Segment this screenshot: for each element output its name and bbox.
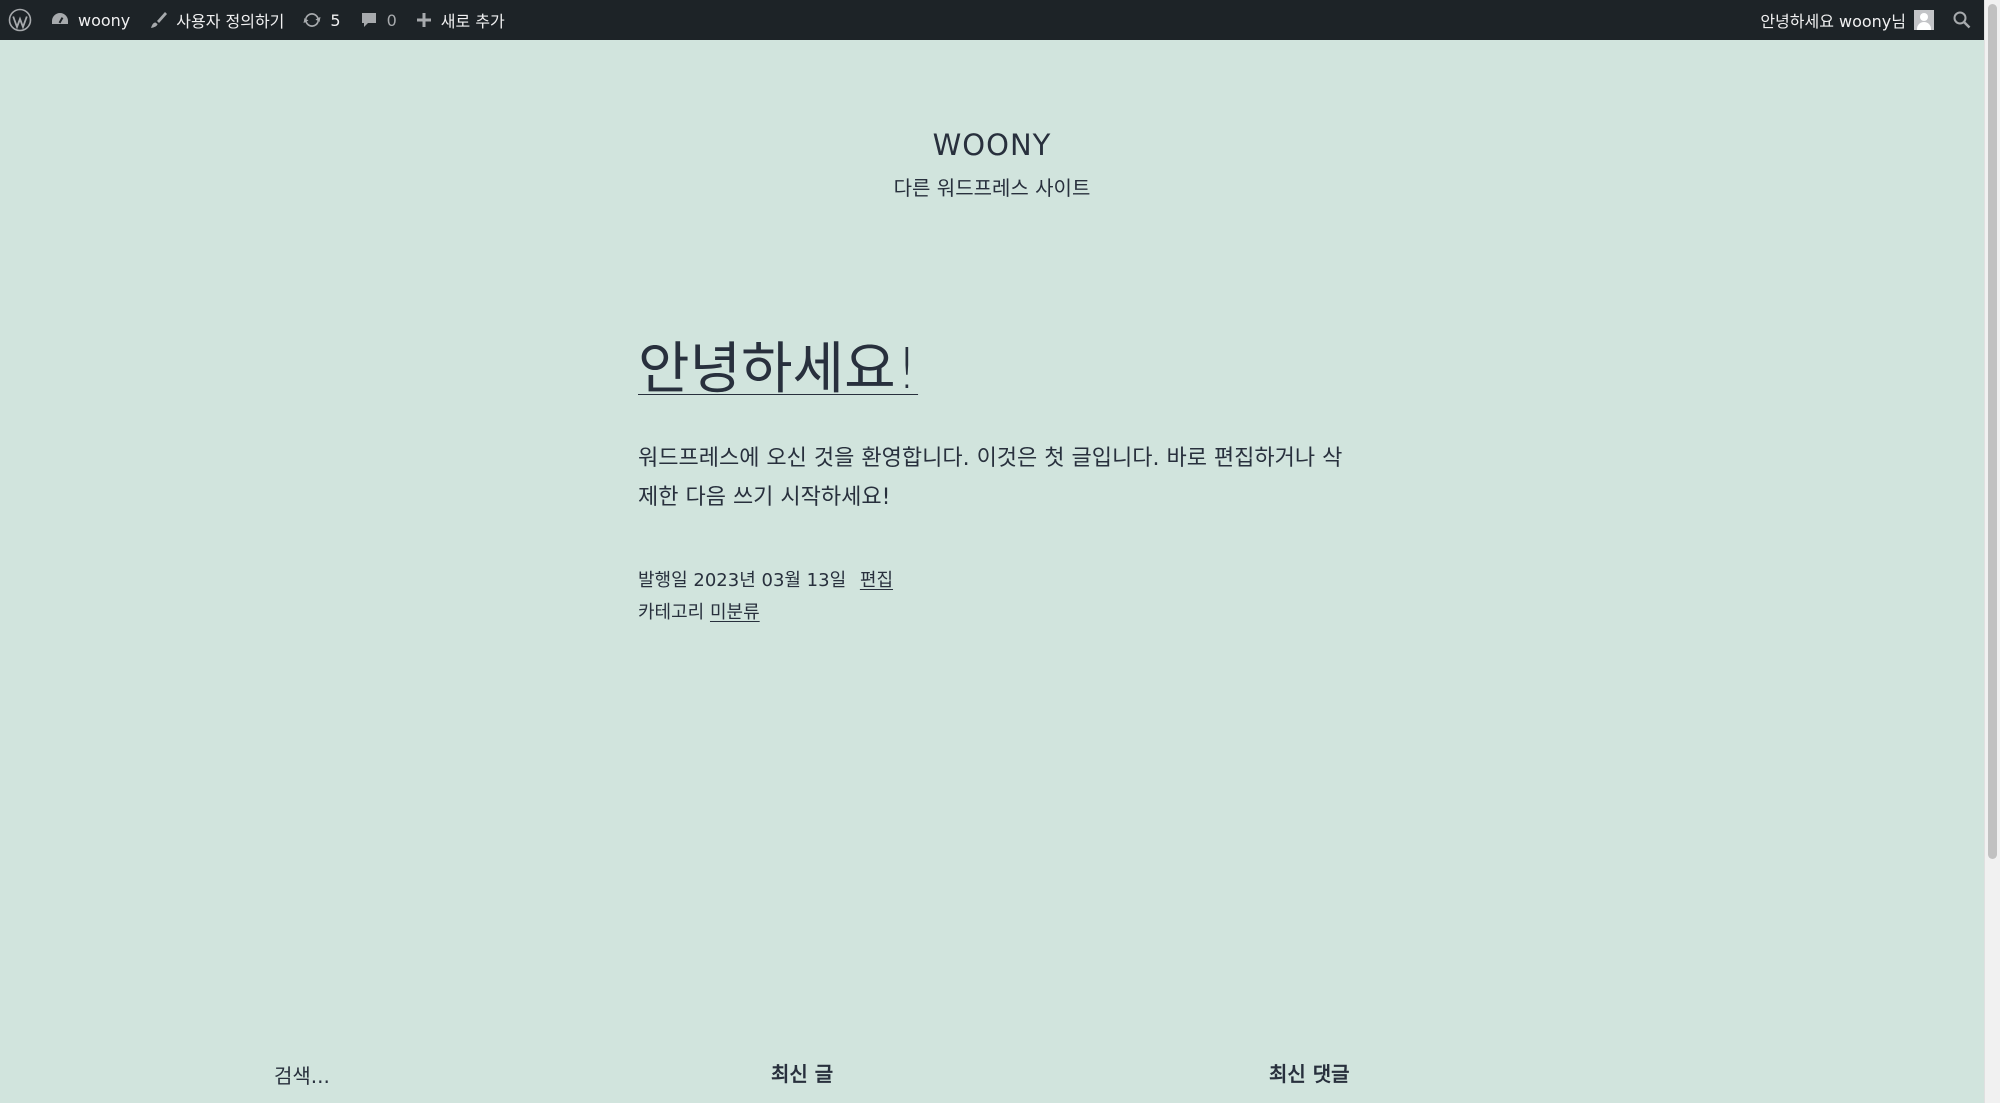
wordpress-logo-button[interactable] <box>0 0 41 40</box>
update-icon <box>303 12 321 28</box>
post-content: 워드프레스에 오신 것을 환영합니다. 이것은 첫 글입니다. 바로 편집하거나… <box>638 446 1343 511</box>
site-name-menu[interactable]: woony <box>41 0 139 40</box>
edit-link[interactable]: 편집 <box>860 570 893 591</box>
site-header: WOONY 다른 워드프레스 사이트 <box>0 40 1984 201</box>
site-title[interactable]: WOONY <box>0 128 1984 162</box>
post-title-link[interactable]: 안녕하세요! <box>638 336 918 403</box>
admin-bar: woony 사용자 정의하기 5 0 새로 추가 안녕하세요 woony님 <box>0 0 1984 40</box>
comments-count: 0 <box>386 10 397 30</box>
wordpress-icon <box>8 8 32 32</box>
updates-count: 5 <box>330 10 341 30</box>
site-description: 다른 워드프레스 사이트 <box>893 176 1091 200</box>
recent-comments-widget: 최신 댓글 <box>1269 1058 1350 1087</box>
search-icon <box>1953 11 1971 29</box>
plus-icon <box>416 13 431 27</box>
site-name-label: woony <box>78 10 131 30</box>
post-date-row: 발행일 2023년 03월 13일 편집 <box>638 565 1358 597</box>
post-meta: 발행일 2023년 03월 13일 편집 카테고리 미분류 <box>638 565 1358 629</box>
my-account-menu[interactable]: 안녕하세요 woony님 <box>1751 0 1943 40</box>
customize-button[interactable]: 사용자 정의하기 <box>139 0 293 40</box>
recent-comments-title: 최신 댓글 <box>1269 1062 1350 1086</box>
scrollbar-thumb[interactable] <box>1988 4 1997 859</box>
avatar <box>1914 10 1934 30</box>
dashboard-icon <box>52 13 68 24</box>
post-date: 발행일 2023년 03월 13일 <box>638 570 847 592</box>
customize-label: 사용자 정의하기 <box>176 12 285 31</box>
admin-search-button[interactable] <box>1943 0 1984 40</box>
updates-button[interactable]: 5 <box>293 0 349 40</box>
comments-button[interactable]: 0 <box>350 0 406 40</box>
search-input[interactable] <box>274 1064 514 1088</box>
recent-posts-title: 최신 글 <box>771 1062 834 1086</box>
greeting-label: 안녕하세요 woony님 <box>1760 12 1906 31</box>
search-widget <box>274 1064 514 1088</box>
recent-posts-widget: 최신 글 <box>771 1058 833 1087</box>
post-category-row: 카테고리 미분류 <box>638 597 1358 629</box>
new-content-button[interactable]: 새로 추가 <box>406 0 514 40</box>
comment-icon <box>361 13 376 27</box>
category-link[interactable]: 미분류 <box>710 602 760 623</box>
scrollbar[interactable] <box>1984 0 2000 1103</box>
paintbrush-icon <box>151 12 168 28</box>
footer-widgets: 최신 글 최신 댓글 <box>0 1058 1984 1103</box>
post-article: 안녕하세요! 워드프레스에 오신 것을 환영합니다. 이것은 첫 글입니다. 바… <box>638 336 1358 629</box>
new-content-label: 새로 추가 <box>440 12 505 31</box>
category-prefix: 카테고리 <box>638 602 705 624</box>
